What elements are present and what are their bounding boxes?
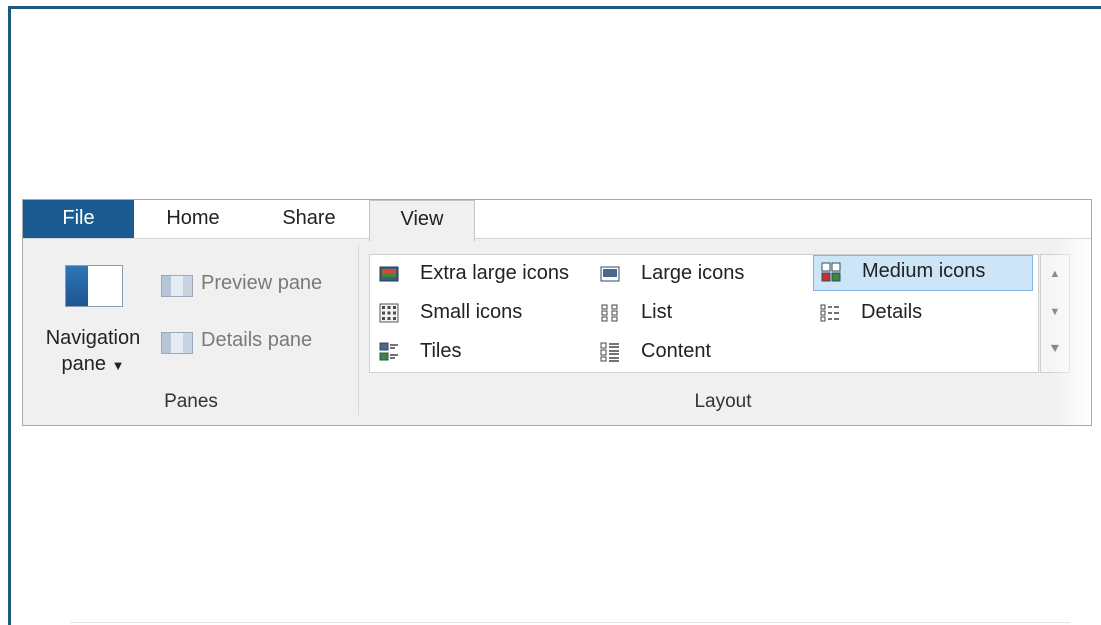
list-icon [601, 304, 618, 322]
layout-large-icons[interactable]: Large icons [593, 258, 783, 292]
layout-tiles[interactable]: Tiles [372, 336, 587, 370]
details-pane-label: Details pane [201, 329, 313, 351]
layout-small-icons-label: Small icons [420, 301, 523, 323]
layout-content-label: Content [641, 340, 712, 362]
layout-list-label: List [641, 301, 673, 323]
layout-gallery: Extra large icons Large icons Medium ico… [369, 254, 1039, 373]
extra-large-icons-icon [379, 266, 399, 282]
navigation-pane-label-line2: pane [61, 353, 107, 375]
tab-view[interactable]: View [369, 200, 475, 241]
preview-pane-button[interactable]: Preview pane [161, 271, 351, 301]
panes-group-label: Panes [164, 391, 218, 412]
ribbon-tab-bar: File Home Share View [23, 200, 1091, 241]
tab-share[interactable]: Share [269, 200, 349, 238]
ribbon-fade [1051, 239, 1091, 425]
navigation-pane-label-line1: Navigation [45, 327, 141, 349]
group-separator [358, 245, 359, 415]
medium-icons-icon [821, 262, 841, 282]
details-pane-button[interactable]: Details pane [161, 328, 351, 358]
view-ribbon-panel: Navigation pane ▼ Preview pane Details p… [23, 239, 1091, 425]
layout-group-label: Layout [694, 391, 752, 412]
layout-small-icons[interactable]: Small icons [372, 297, 587, 331]
tiles-icon [379, 342, 398, 361]
chevron-down-icon: ▼ [111, 358, 125, 373]
navigation-pane-icon [65, 265, 123, 307]
tab-file[interactable]: File [23, 200, 134, 238]
layout-content[interactable]: Content [593, 336, 783, 370]
window-frame-top [8, 6, 1101, 9]
details-pane-icon [161, 332, 193, 354]
layout-extra-large-icons-label: Extra large icons [420, 262, 569, 284]
preview-pane-icon [161, 275, 193, 297]
ribbon: File Home Share View Navigation pane ▼ P… [22, 199, 1092, 426]
window-frame-left [8, 6, 11, 625]
large-icons-icon [600, 266, 620, 282]
preview-pane-label: Preview pane [201, 272, 323, 294]
content-icon [600, 342, 619, 362]
layout-extra-large-icons[interactable]: Extra large icons [372, 258, 587, 292]
layout-large-icons-label: Large icons [641, 262, 745, 284]
layout-medium-icons[interactable]: Medium icons [813, 255, 1033, 291]
layout-medium-icons-label: Medium icons [862, 260, 986, 282]
details-icon [820, 304, 839, 322]
layout-list[interactable]: List [593, 297, 783, 331]
bottom-divider [70, 622, 1070, 623]
navigation-pane-label: Navigation pane ▼ [33, 325, 153, 379]
layout-details[interactable]: Details [813, 297, 1003, 331]
tab-home[interactable]: Home [149, 200, 237, 238]
layout-tiles-label: Tiles [420, 340, 462, 362]
navigation-pane-button[interactable]: Navigation pane ▼ [33, 261, 153, 381]
layout-details-label: Details [861, 301, 923, 323]
small-icons-icon [379, 303, 399, 323]
